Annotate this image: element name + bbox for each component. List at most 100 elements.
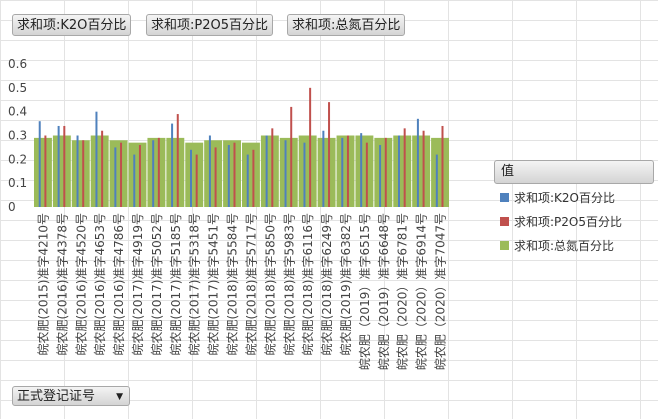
legend-swatch-p2o5 bbox=[500, 216, 509, 226]
bar-k2o bbox=[133, 154, 136, 207]
bar-k2o bbox=[95, 111, 98, 207]
bar-total-nitrogen bbox=[90, 135, 109, 207]
bar-total-nitrogen bbox=[166, 137, 185, 207]
bar-p2o5 bbox=[384, 137, 387, 207]
x-tick-label: 皖农肥(2018)准字6249号 bbox=[319, 213, 334, 355]
bar-p2o5 bbox=[63, 125, 66, 207]
bar-p2o5 bbox=[101, 130, 104, 207]
bar-total-nitrogen bbox=[393, 135, 412, 207]
bar-k2o bbox=[246, 154, 249, 207]
bar-total-nitrogen bbox=[431, 137, 449, 207]
legend: 值 求和项:K2O百分比 求和项:P2O5百分比 求和项:总氮百分比 bbox=[494, 160, 654, 256]
y-tick-label: 0.2 bbox=[8, 152, 27, 166]
y-tick-label: 0.1 bbox=[8, 176, 27, 190]
field-button-p2o5[interactable]: 求和项:P2O5百分比 bbox=[146, 14, 273, 36]
bar-k2o bbox=[227, 145, 230, 207]
bar-k2o bbox=[57, 125, 60, 207]
x-tick-label: 皖农肥(2016)准字4653号 bbox=[92, 213, 107, 355]
bar-total-nitrogen bbox=[412, 135, 431, 207]
x-tick-label: 皖农肥(2017)准字4919号 bbox=[130, 213, 145, 355]
x-tick-label: 皖农肥(2017)准字5451号 bbox=[206, 213, 221, 355]
bar-p2o5 bbox=[252, 149, 255, 207]
y-tick-label: 0.3 bbox=[8, 129, 27, 143]
bar-k2o bbox=[398, 135, 400, 207]
bar-p2o5 bbox=[403, 128, 406, 207]
bar-k2o bbox=[416, 118, 419, 207]
bar-k2o bbox=[360, 133, 363, 207]
x-tick-label: 皖农肥（2020）准字6781号 bbox=[395, 213, 410, 370]
bar-p2o5 bbox=[176, 114, 179, 207]
x-tick-label: 皖农肥(2016)准字4520号 bbox=[73, 213, 88, 355]
y-tick-label: 0.6 bbox=[8, 57, 27, 71]
bar-total-nitrogen bbox=[185, 142, 204, 207]
bar-p2o5 bbox=[346, 135, 349, 207]
legend-label-k2o: 求和项:K2O百分比 bbox=[514, 190, 615, 205]
bar-p2o5 bbox=[365, 142, 368, 207]
bar-p2o5 bbox=[271, 128, 274, 207]
bar-p2o5 bbox=[214, 147, 217, 207]
bar-k2o bbox=[208, 135, 211, 207]
x-tick-label: 皖农肥(2017)准字5318号 bbox=[187, 213, 202, 355]
bar-total-nitrogen bbox=[298, 135, 317, 207]
bar-p2o5 bbox=[120, 142, 123, 207]
bar-total-nitrogen bbox=[374, 137, 393, 207]
legend-item-p2o5: 求和项:P2O5百分比 bbox=[494, 210, 654, 232]
x-tick-label: 皖农肥(2017)准字5185号 bbox=[168, 213, 183, 355]
bar-p2o5 bbox=[195, 154, 198, 207]
bar-k2o bbox=[284, 140, 287, 207]
bar-k2o bbox=[435, 154, 438, 207]
legend-label-total-nitrogen: 求和项:总氮百分比 bbox=[514, 238, 615, 253]
bar-k2o bbox=[322, 130, 325, 207]
y-tick-label: 0.4 bbox=[8, 105, 27, 119]
legend-item-total-nitrogen: 求和项:总氮百分比 bbox=[494, 234, 654, 256]
field-button-k2o[interactable]: 求和项:K2O百分比 bbox=[12, 14, 132, 36]
bar-total-nitrogen bbox=[147, 137, 166, 207]
bar-total-nitrogen bbox=[223, 140, 241, 207]
legend-item-k2o: 求和项:K2O百分比 bbox=[494, 186, 654, 208]
bar-total-nitrogen bbox=[260, 135, 279, 207]
filter-label: 正式登记证号 bbox=[17, 389, 96, 404]
bar-k2o bbox=[171, 123, 174, 207]
bar-total-nitrogen bbox=[317, 137, 336, 207]
bar-total-nitrogen bbox=[279, 137, 298, 207]
x-tick-label: 皖农肥（2019）准字6515号 bbox=[357, 213, 372, 370]
filter-dropdown[interactable]: 正式登记证号 ▼ bbox=[12, 386, 130, 406]
dropdown-arrow-icon: ▼ bbox=[116, 392, 123, 402]
bar-p2o5 bbox=[441, 125, 444, 207]
bar-k2o bbox=[114, 147, 117, 207]
x-tick-label: 皖农肥(2015)准字4210号 bbox=[35, 213, 50, 355]
bar-total-nitrogen bbox=[34, 137, 52, 207]
y-tick-label: 0.5 bbox=[8, 81, 27, 95]
x-tick-label: 皖农肥(2016)准字4378号 bbox=[54, 213, 69, 355]
bar-p2o5 bbox=[44, 135, 47, 207]
legend-swatch-total-nitrogen bbox=[500, 240, 509, 250]
bar-total-nitrogen bbox=[204, 140, 223, 207]
x-tick-label: 皖农肥(2019)准字6382号 bbox=[338, 213, 353, 355]
x-tick-label: 皖农肥（2020）准字6914号 bbox=[414, 213, 429, 370]
bar-p2o5 bbox=[157, 137, 160, 207]
bar-p2o5 bbox=[138, 145, 141, 207]
bar-k2o bbox=[379, 145, 382, 207]
legend-title[interactable]: 值 bbox=[494, 160, 654, 184]
bar-k2o bbox=[76, 135, 79, 207]
bar-k2o bbox=[38, 121, 41, 207]
field-button-total-nitrogen[interactable]: 求和项:总氮百分比 bbox=[287, 14, 406, 36]
bar-k2o bbox=[303, 142, 306, 207]
pivot-bar-chart: 00.10.20.30.40.50.6皖农肥(2015)准字4210号 皖农肥(2… bbox=[8, 57, 449, 370]
bar-total-nitrogen bbox=[336, 135, 355, 207]
legend-label-p2o5: 求和项:P2O5百分比 bbox=[514, 214, 622, 229]
x-tick-label: 皖农肥（2019）准字6648号 bbox=[376, 213, 391, 370]
bar-total-nitrogen bbox=[242, 142, 260, 207]
y-tick-label: 0 bbox=[8, 200, 16, 214]
bar-k2o bbox=[341, 137, 344, 207]
bar-p2o5 bbox=[309, 87, 312, 207]
bar-p2o5 bbox=[422, 130, 425, 207]
bar-total-nitrogen bbox=[109, 140, 128, 207]
x-tick-label: 皖农肥(2018)准字6116号 bbox=[300, 213, 315, 355]
bar-total-nitrogen bbox=[128, 142, 147, 207]
bar-k2o bbox=[265, 135, 268, 207]
x-tick-label: 皖农肥(2018)准字5717号 bbox=[243, 213, 258, 355]
bar-k2o bbox=[152, 140, 155, 207]
x-tick-label: 皖农肥(2017)准字5052号 bbox=[149, 213, 164, 355]
x-tick-label: 皖农肥(2016)准字4786号 bbox=[111, 213, 126, 355]
